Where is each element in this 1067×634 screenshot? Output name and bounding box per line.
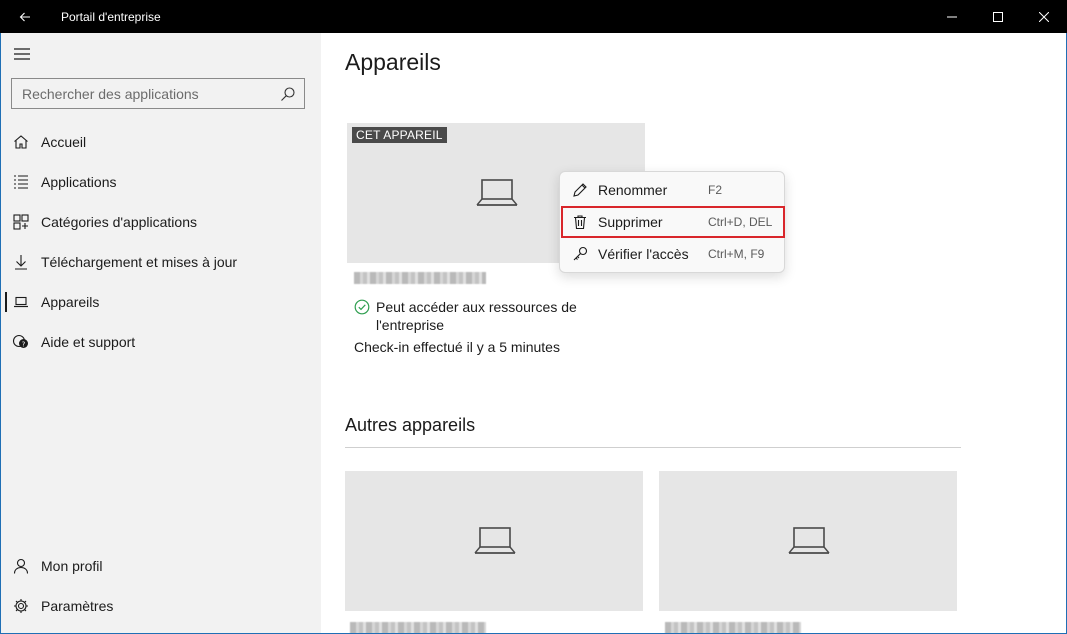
title-bar: Portail d'entreprise (0, 0, 1067, 33)
search-input[interactable] (12, 85, 272, 102)
maximize-button[interactable] (975, 0, 1021, 33)
menu-item-label: Vérifier l'accès (598, 246, 689, 262)
menu-item-check-access[interactable]: Vérifier l'accès Ctrl+M, F9 (562, 239, 784, 269)
minimize-icon (947, 16, 957, 17)
device-context-menu: Renommer F2 Supprimer Ctrl+D, DEL Vérifi… (559, 171, 785, 273)
help-chat-icon: ? (1, 322, 41, 362)
back-button[interactable] (0, 0, 49, 33)
sidebar: Accueil Applications Catégories d'applic… (1, 33, 321, 633)
window-controls (929, 0, 1067, 33)
sidebar-item-label: Accueil (41, 134, 87, 150)
menu-item-shortcut: F2 (708, 183, 723, 197)
download-icon (1, 242, 41, 282)
laptop-icon (1, 282, 41, 322)
maximize-icon (993, 11, 1003, 22)
sidebar-item-label: Aide et support (41, 334, 136, 350)
other-device-card[interactable] (659, 471, 957, 611)
device-name-redacted (354, 272, 486, 284)
trash-icon (562, 207, 598, 237)
home-icon (1, 122, 41, 162)
menu-item-delete[interactable]: Supprimer Ctrl+D, DEL (561, 206, 785, 238)
svg-text:?: ? (22, 341, 26, 349)
pencil-icon (562, 175, 598, 205)
main-content: Appareils CET APPAREIL Peut accéder aux … (321, 33, 1066, 634)
sidebar-item-parametres[interactable]: Paramètres (1, 586, 321, 626)
sidebar-item-label: Mon profil (41, 558, 103, 574)
sidebar-item-label: Téléchargement et mises à jour (41, 254, 238, 270)
menu-item-label: Renommer (598, 182, 668, 198)
device-status: Peut accéder aux ressources de l'entrepr… (354, 298, 584, 334)
hamburger-icon (14, 48, 30, 60)
sidebar-item-accueil[interactable]: Accueil (1, 122, 321, 162)
key-icon (562, 239, 598, 269)
device-checkin-text: Check-in effectué il y a 5 minutes (354, 339, 560, 355)
sidebar-item-categories[interactable]: Catégories d'applications (1, 202, 321, 242)
sidebar-item-applications[interactable]: Applications (1, 162, 321, 202)
hamburger-menu-button[interactable] (11, 44, 33, 64)
sidebar-item-label: Paramètres (41, 598, 114, 614)
sidebar-item-downloads[interactable]: Téléchargement et mises à jour (1, 242, 321, 282)
sidebar-item-aide[interactable]: ? Aide et support (1, 322, 321, 362)
close-icon (1039, 11, 1049, 22)
person-icon (1, 546, 41, 586)
page-title: Appareils (345, 49, 441, 75)
device-status-text: Peut accéder aux ressources de l'entrepr… (376, 299, 577, 333)
categories-icon (1, 202, 41, 242)
sidebar-item-mon-profil[interactable]: Mon profil (1, 546, 321, 586)
menu-item-rename[interactable]: Renommer F2 (562, 175, 784, 205)
sidebar-item-label: Appareils (41, 294, 100, 310)
this-device-badge: CET APPAREIL (352, 127, 447, 143)
search-icon[interactable] (280, 86, 296, 102)
laptop-icon (476, 179, 518, 206)
section-divider (345, 447, 961, 448)
menu-item-label: Supprimer (598, 214, 663, 230)
device-name-redacted (665, 622, 801, 634)
laptop-icon (474, 527, 516, 554)
minimize-button[interactable] (929, 0, 975, 33)
window-title: Portail d'entreprise (61, 9, 161, 24)
list-icon (1, 162, 41, 202)
other-devices-heading: Autres appareils (345, 415, 476, 435)
sidebar-item-label: Catégories d'applications (41, 214, 197, 230)
other-device-card[interactable] (345, 471, 643, 611)
menu-item-shortcut: Ctrl+M, F9 (708, 247, 765, 261)
device-name-redacted (350, 622, 486, 634)
sidebar-item-label: Applications (41, 174, 117, 190)
back-arrow-icon (19, 12, 30, 21)
search-box (11, 78, 305, 109)
laptop-icon (788, 527, 830, 554)
sidebar-item-appareils[interactable]: Appareils (1, 282, 321, 322)
menu-item-shortcut: Ctrl+D, DEL (708, 215, 773, 229)
check-circle-icon (354, 299, 370, 315)
close-button[interactable] (1021, 0, 1067, 33)
gear-icon (1, 586, 41, 626)
